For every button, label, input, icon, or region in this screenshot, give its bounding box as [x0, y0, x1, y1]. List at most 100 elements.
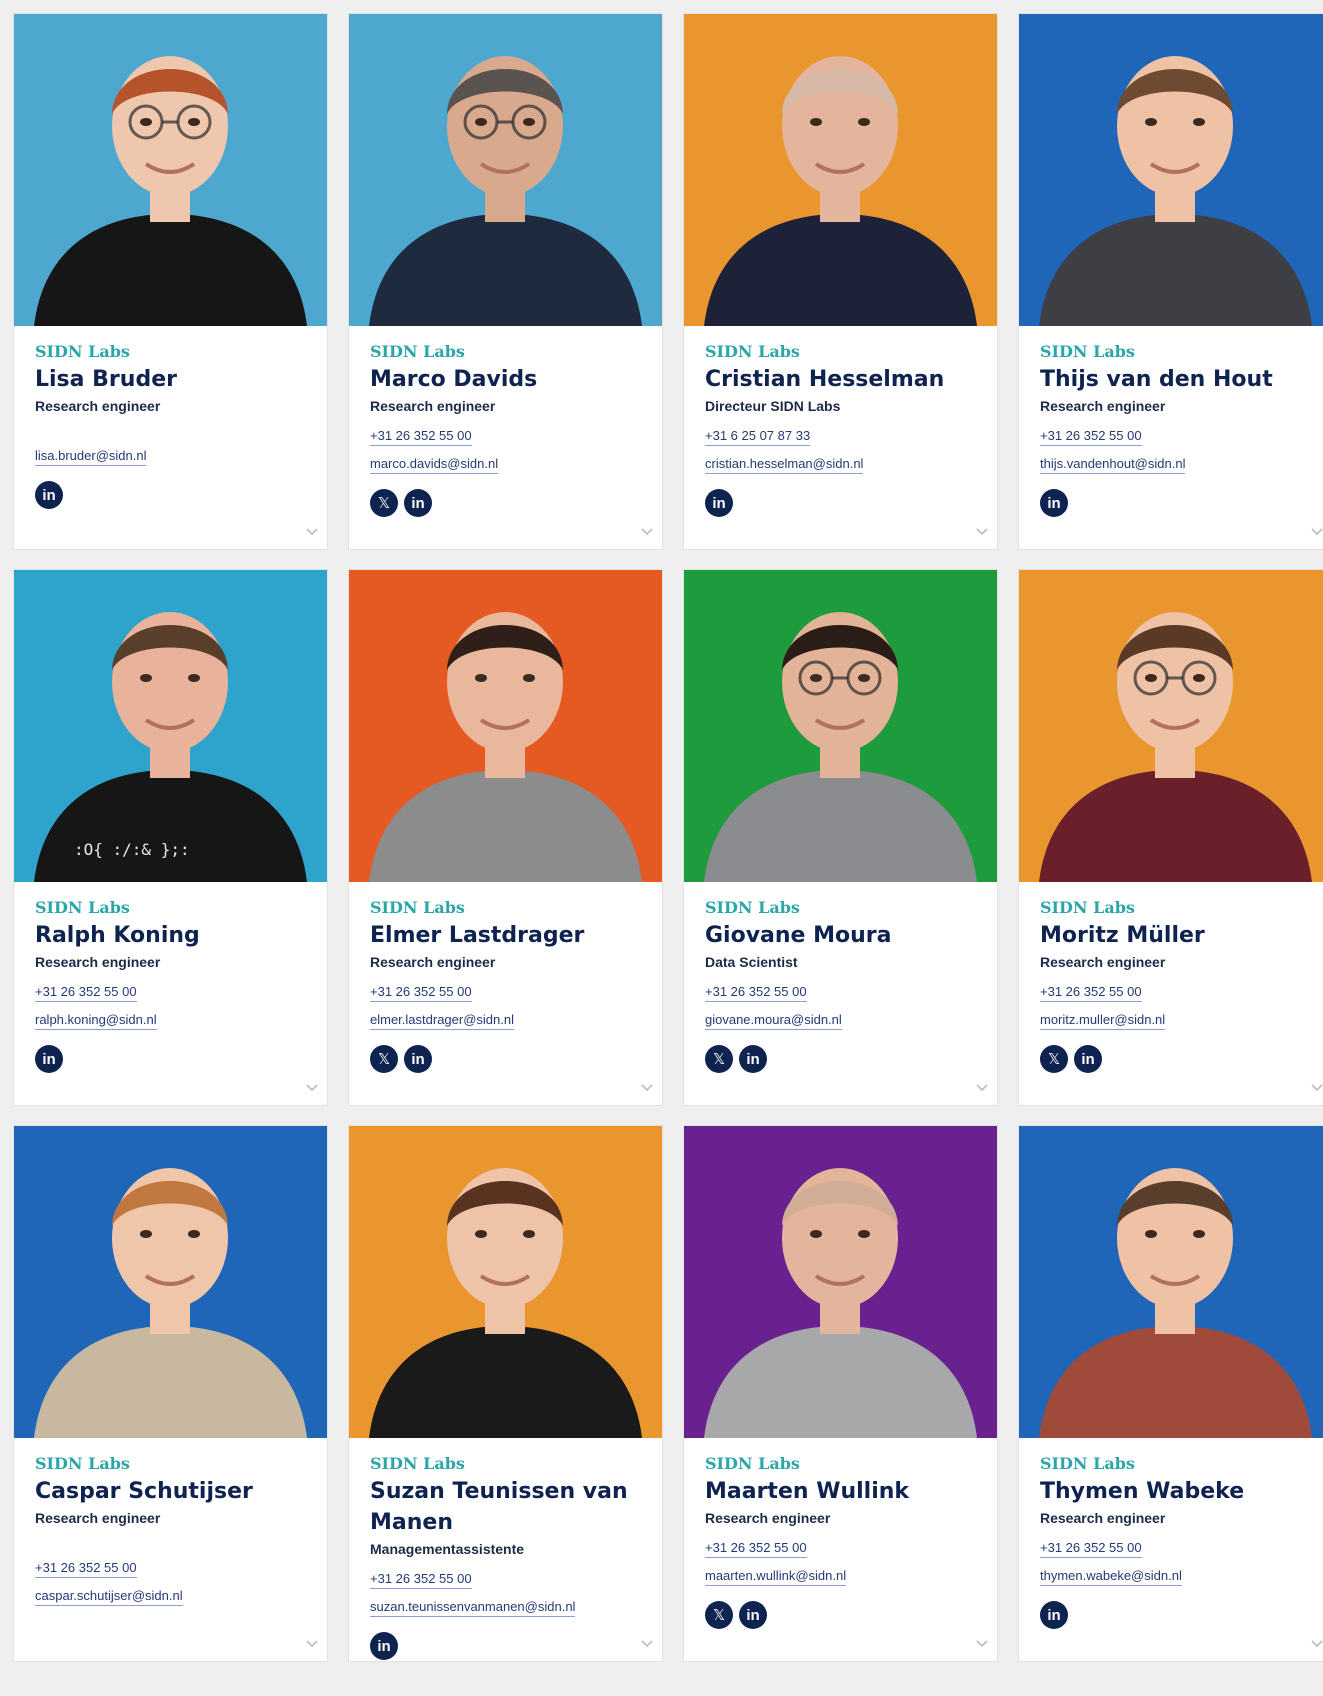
team-member-card[interactable]: SIDN Labs Cristian Hesselman Directeur SID…: [684, 14, 997, 549]
email-link[interactable]: cristian.hesselman@sidn.nl: [705, 455, 864, 474]
linkedin-icon[interactable]: in: [1040, 489, 1068, 517]
phone-link[interactable]: +31 6 25 07 87 33: [705, 427, 811, 446]
person-name: Thijs van den Hout: [1040, 367, 1273, 392]
contact-details: +31 6 25 07 87 33 cristian.hesselman@sidn…: [705, 427, 976, 483]
card-info: SIDN Labs Moritz Müller Research engineer +…: [1019, 882, 1323, 1073]
email-link[interactable]: elmer.lastdrager@sidn.nl: [370, 1011, 514, 1030]
person-role: Research engineer: [370, 398, 496, 414]
person-name: Elmer Lastdrager: [370, 923, 585, 948]
card-info: SIDN Labs Elmer Lastdrager Research engine…: [349, 882, 662, 1073]
phone-link[interactable]: +31 26 352 55 00: [370, 427, 472, 446]
chevron-down-icon[interactable]: [975, 1081, 989, 1095]
linkedin-icon[interactable]: in: [35, 481, 63, 509]
team-member-card[interactable]: SIDN Labs Elmer Lastdrager Research engine…: [349, 570, 662, 1105]
organization-label: SIDN Labs: [35, 898, 130, 917]
person-role: Research engineer: [1040, 1510, 1166, 1526]
email-link[interactable]: moritz.muller@sidn.nl: [1040, 1011, 1166, 1030]
portrait-photo: [684, 14, 997, 326]
organization-label: SIDN Labs: [1040, 342, 1135, 361]
email-link[interactable]: suzan.teunissenvanmanen@sidn.nl: [370, 1598, 576, 1617]
organization-label: SIDN Labs: [370, 1454, 465, 1473]
organization-label: SIDN Labs: [370, 898, 465, 917]
email-link[interactable]: maarten.wullink@sidn.nl: [705, 1567, 847, 1586]
x-icon[interactable]: 𝕏: [705, 1045, 733, 1073]
chevron-down-icon[interactable]: [975, 1637, 989, 1651]
portrait-photo: [1019, 14, 1323, 326]
chevron-down-icon[interactable]: [1310, 1081, 1323, 1095]
linkedin-icon[interactable]: in: [739, 1045, 767, 1073]
team-member-card[interactable]: SIDN Labs Moritz Müller Research engineer +…: [1019, 570, 1323, 1105]
team-member-card[interactable]: SIDN Labs Thijs van den Hout Research engi…: [1019, 14, 1323, 549]
chevron-down-icon[interactable]: [305, 525, 319, 539]
person-role: Research engineer: [705, 1510, 831, 1526]
card-info: SIDN Labs Suzan Teunissen van Manen Manage…: [349, 1438, 662, 1660]
person-role: Data Scientist: [705, 954, 798, 970]
phone-link[interactable]: +31 26 352 55 00: [35, 983, 137, 1002]
email-link[interactable]: marco.davids@sidn.nl: [370, 455, 499, 474]
phone-link[interactable]: +31 26 352 55 00: [1040, 427, 1142, 446]
team-member-card[interactable]: SIDN Labs Maarten Wullink Research enginee…: [684, 1126, 997, 1661]
chevron-down-icon[interactable]: [640, 525, 654, 539]
contact-details: +31 26 352 55 00 moritz.muller@sidn.nl: [1040, 983, 1311, 1039]
person-name: Cristian Hesselman: [705, 367, 945, 392]
linkedin-icon[interactable]: in: [404, 489, 432, 517]
chevron-down-icon[interactable]: [1310, 525, 1323, 539]
team-member-card[interactable]: SIDN Labs Thymen Wabeke Research engineer +…: [1019, 1126, 1323, 1661]
team-member-card[interactable]: SIDN Labs Giovane Moura Data Scientist +31 …: [684, 570, 997, 1105]
phone-link[interactable]: +31 26 352 55 00: [705, 983, 807, 1002]
portrait-photo: [1019, 570, 1323, 882]
phone-link[interactable]: +31 26 352 55 00: [370, 983, 472, 1002]
person-role: Research engineer: [35, 1510, 161, 1526]
card-info: SIDN Labs Thymen Wabeke Research engineer +…: [1019, 1438, 1323, 1629]
phone-link[interactable]: +31 26 352 55 00: [705, 1539, 807, 1558]
phone-link[interactable]: +31 26 352 55 00: [35, 1559, 137, 1578]
email-link[interactable]: giovane.moura@sidn.nl: [705, 1011, 842, 1030]
email-link[interactable]: thijs.vandenhout@sidn.nl: [1040, 455, 1186, 474]
person-name: Moritz Müller: [1040, 923, 1205, 948]
linkedin-icon[interactable]: in: [1040, 1601, 1068, 1629]
phone-link[interactable]: +31 26 352 55 00: [370, 1570, 472, 1589]
email-link[interactable]: ralph.koning@sidn.nl: [35, 1011, 157, 1030]
phone-link[interactable]: +31 26 352 55 00: [1040, 1539, 1142, 1558]
social-links: in: [1040, 1601, 1311, 1629]
x-icon[interactable]: 𝕏: [1040, 1045, 1068, 1073]
email-link[interactable]: lisa.bruder@sidn.nl: [35, 447, 147, 466]
x-icon[interactable]: 𝕏: [705, 1601, 733, 1629]
linkedin-icon[interactable]: in: [739, 1601, 767, 1629]
social-links: in: [35, 481, 306, 509]
chevron-down-icon[interactable]: [305, 1637, 319, 1651]
team-member-card[interactable]: SIDN Labs Marco Davids Research engineer +3…: [349, 14, 662, 549]
team-member-card[interactable]: SIDN Labs Lisa Bruder Research engineer lis…: [14, 14, 327, 549]
portrait-photo: [684, 1126, 997, 1438]
linkedin-icon[interactable]: in: [370, 1632, 398, 1660]
chevron-down-icon[interactable]: [1310, 1637, 1323, 1651]
linkedin-icon[interactable]: in: [404, 1045, 432, 1073]
team-member-card[interactable]: :O{ :/:& };: SIDN Labs Ralph Koning Resear…: [14, 570, 327, 1105]
contact-details: +31 26 352 55 00 marco.davids@sidn.nl: [370, 427, 641, 483]
team-member-card[interactable]: SIDN Labs Suzan Teunissen van Manen Manage…: [349, 1126, 662, 1661]
x-icon[interactable]: 𝕏: [370, 489, 398, 517]
chevron-down-icon[interactable]: [305, 1081, 319, 1095]
person-name: Marco Davids: [370, 367, 538, 392]
person-name: Lisa Bruder: [35, 367, 177, 392]
linkedin-icon[interactable]: in: [35, 1045, 63, 1073]
person-name: Thymen Wabeke: [1040, 1479, 1245, 1504]
social-links: in: [1040, 489, 1311, 517]
chevron-down-icon[interactable]: [640, 1081, 654, 1095]
team-member-card[interactable]: SIDN Labs Caspar Schutijser Research engin…: [14, 1126, 327, 1661]
phone-link[interactable]: +31 26 352 55 00: [1040, 983, 1142, 1002]
linkedin-icon[interactable]: in: [705, 489, 733, 517]
team-page: SIDN Labs Lisa Bruder Research engineer lis…: [0, 0, 1323, 1696]
chevron-down-icon[interactable]: [640, 1637, 654, 1651]
person-role: Research engineer: [1040, 954, 1166, 970]
card-info: SIDN Labs Thijs van den Hout Research engi…: [1019, 326, 1323, 517]
email-link[interactable]: caspar.schutijser@sidn.nl: [35, 1587, 183, 1606]
linkedin-icon[interactable]: in: [1074, 1045, 1102, 1073]
contact-details: +31 26 352 55 00 caspar.schutijser@sidn.n…: [35, 1559, 306, 1615]
card-info: SIDN Labs Giovane Moura Data Scientist +31 …: [684, 882, 997, 1073]
portrait-photo: :O{ :/:& };:: [14, 570, 327, 882]
card-info: SIDN Labs Ralph Koning Research engineer +3…: [14, 882, 327, 1073]
x-icon[interactable]: 𝕏: [370, 1045, 398, 1073]
email-link[interactable]: thymen.wabeke@sidn.nl: [1040, 1567, 1182, 1586]
chevron-down-icon[interactable]: [975, 525, 989, 539]
